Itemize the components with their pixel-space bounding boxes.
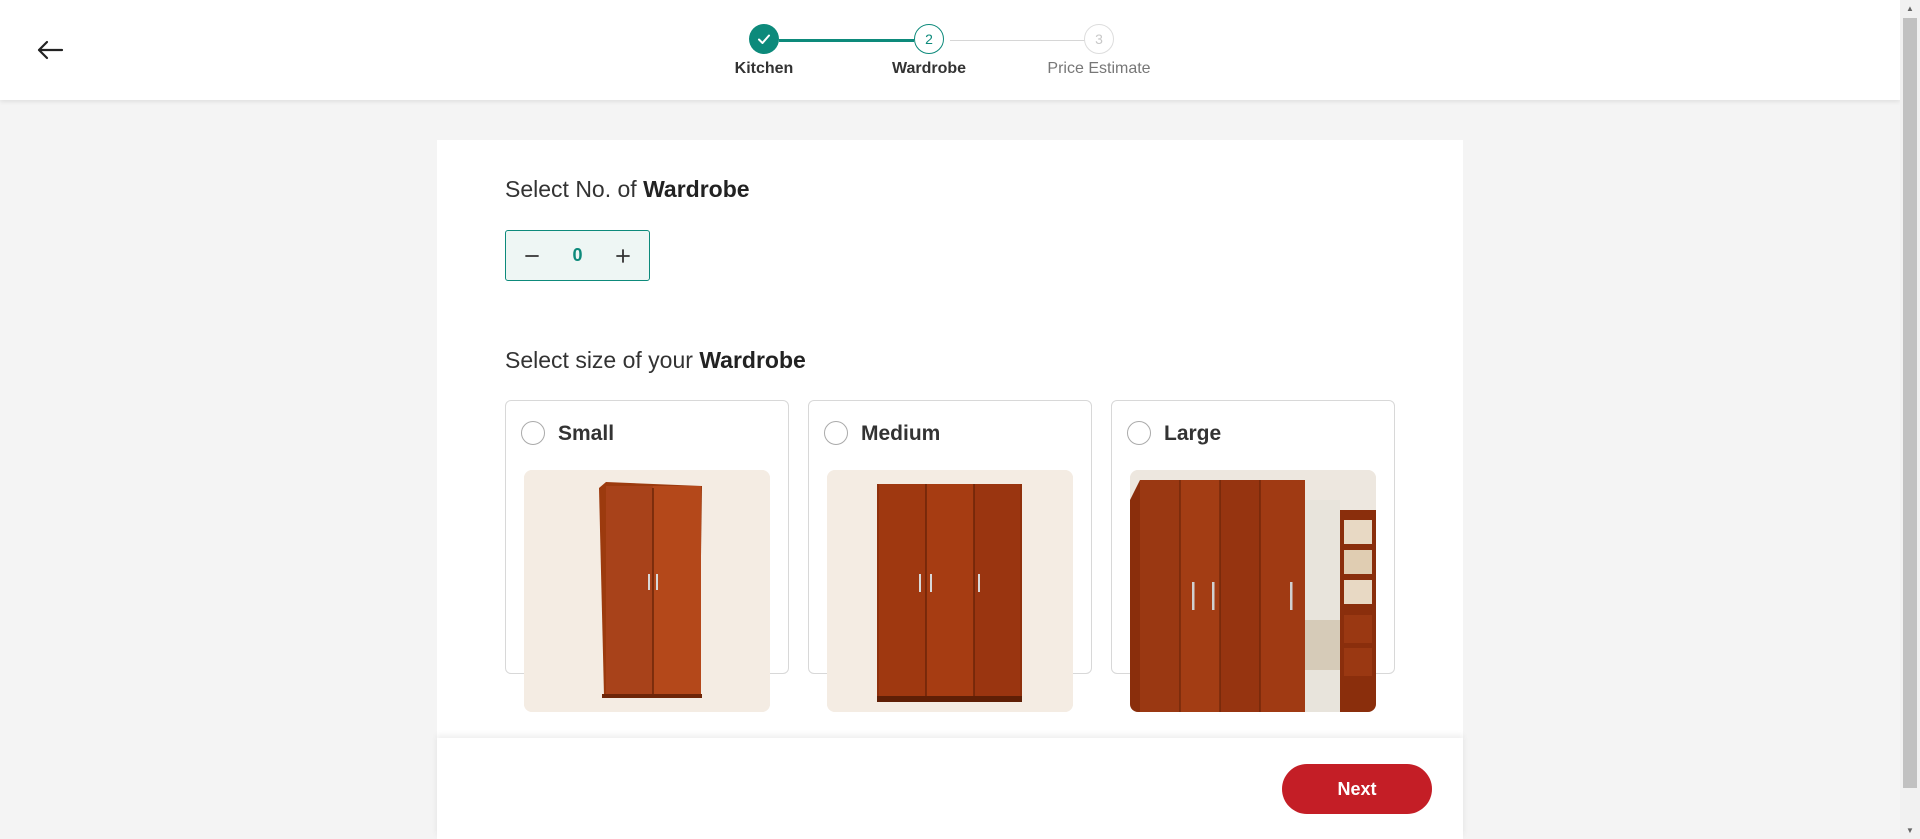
medium-wardrobe-image <box>827 470 1073 712</box>
check-icon <box>749 24 779 54</box>
step-label: Wardrobe <box>891 60 967 77</box>
scroll-down-arrow-icon[interactable]: ▼ <box>1900 822 1920 839</box>
top-header: Kitchen 2 Wardrobe 3 Price Estimate <box>0 0 1900 100</box>
footer-bar: Next <box>437 738 1463 839</box>
step-label: Kitchen <box>734 60 794 77</box>
size-option-small[interactable]: Small <box>505 400 789 712</box>
vertical-scrollbar[interactable]: ▲ ▼ <box>1900 0 1920 839</box>
title-prefix: Select No. of <box>505 176 644 202</box>
size-option-medium[interactable]: Medium <box>808 400 1092 712</box>
radio-button[interactable] <box>824 421 848 445</box>
title-prefix: Select size of your <box>505 347 700 373</box>
title-bold: Wardrobe <box>699 347 806 373</box>
step-label: Price Estimate <box>1047 60 1151 77</box>
step-number: 2 <box>914 24 944 54</box>
size-options: Small Medium Large <box>505 400 1395 712</box>
quantity-stepper: 0 <box>505 230 650 281</box>
scrollbar-thumb[interactable] <box>1903 18 1917 788</box>
radio-button[interactable] <box>521 421 545 445</box>
scroll-up-arrow-icon[interactable]: ▲ <box>1900 0 1920 17</box>
radio-button[interactable] <box>1127 421 1151 445</box>
step-price-estimate[interactable]: 3 Price Estimate <box>1039 24 1159 78</box>
option-label: Large <box>1164 422 1222 445</box>
next-button[interactable]: Next <box>1282 764 1432 814</box>
progress-stepper: Kitchen 2 Wardrobe 3 Price Estimate <box>735 24 1185 84</box>
size-section-title: Select size of your Wardrobe <box>505 347 806 374</box>
plus-icon[interactable] <box>611 244 635 268</box>
wardrobe-form-card: Select No. of Wardrobe 0 Select size of … <box>437 140 1463 839</box>
count-section-title: Select No. of Wardrobe <box>505 176 750 203</box>
minus-icon[interactable] <box>520 244 544 268</box>
quantity-value: 0 <box>572 245 583 265</box>
step-kitchen[interactable]: Kitchen <box>704 24 824 78</box>
back-arrow-icon[interactable] <box>34 34 66 66</box>
small-wardrobe-image <box>524 470 770 712</box>
step-number: 3 <box>1084 24 1114 54</box>
title-bold: Wardrobe <box>643 176 750 202</box>
large-wardrobe-image <box>1130 470 1376 712</box>
step-wardrobe[interactable]: 2 Wardrobe <box>869 24 989 78</box>
size-option-large[interactable]: Large <box>1111 400 1395 712</box>
option-label: Small <box>558 422 615 445</box>
option-label: Medium <box>861 422 941 445</box>
